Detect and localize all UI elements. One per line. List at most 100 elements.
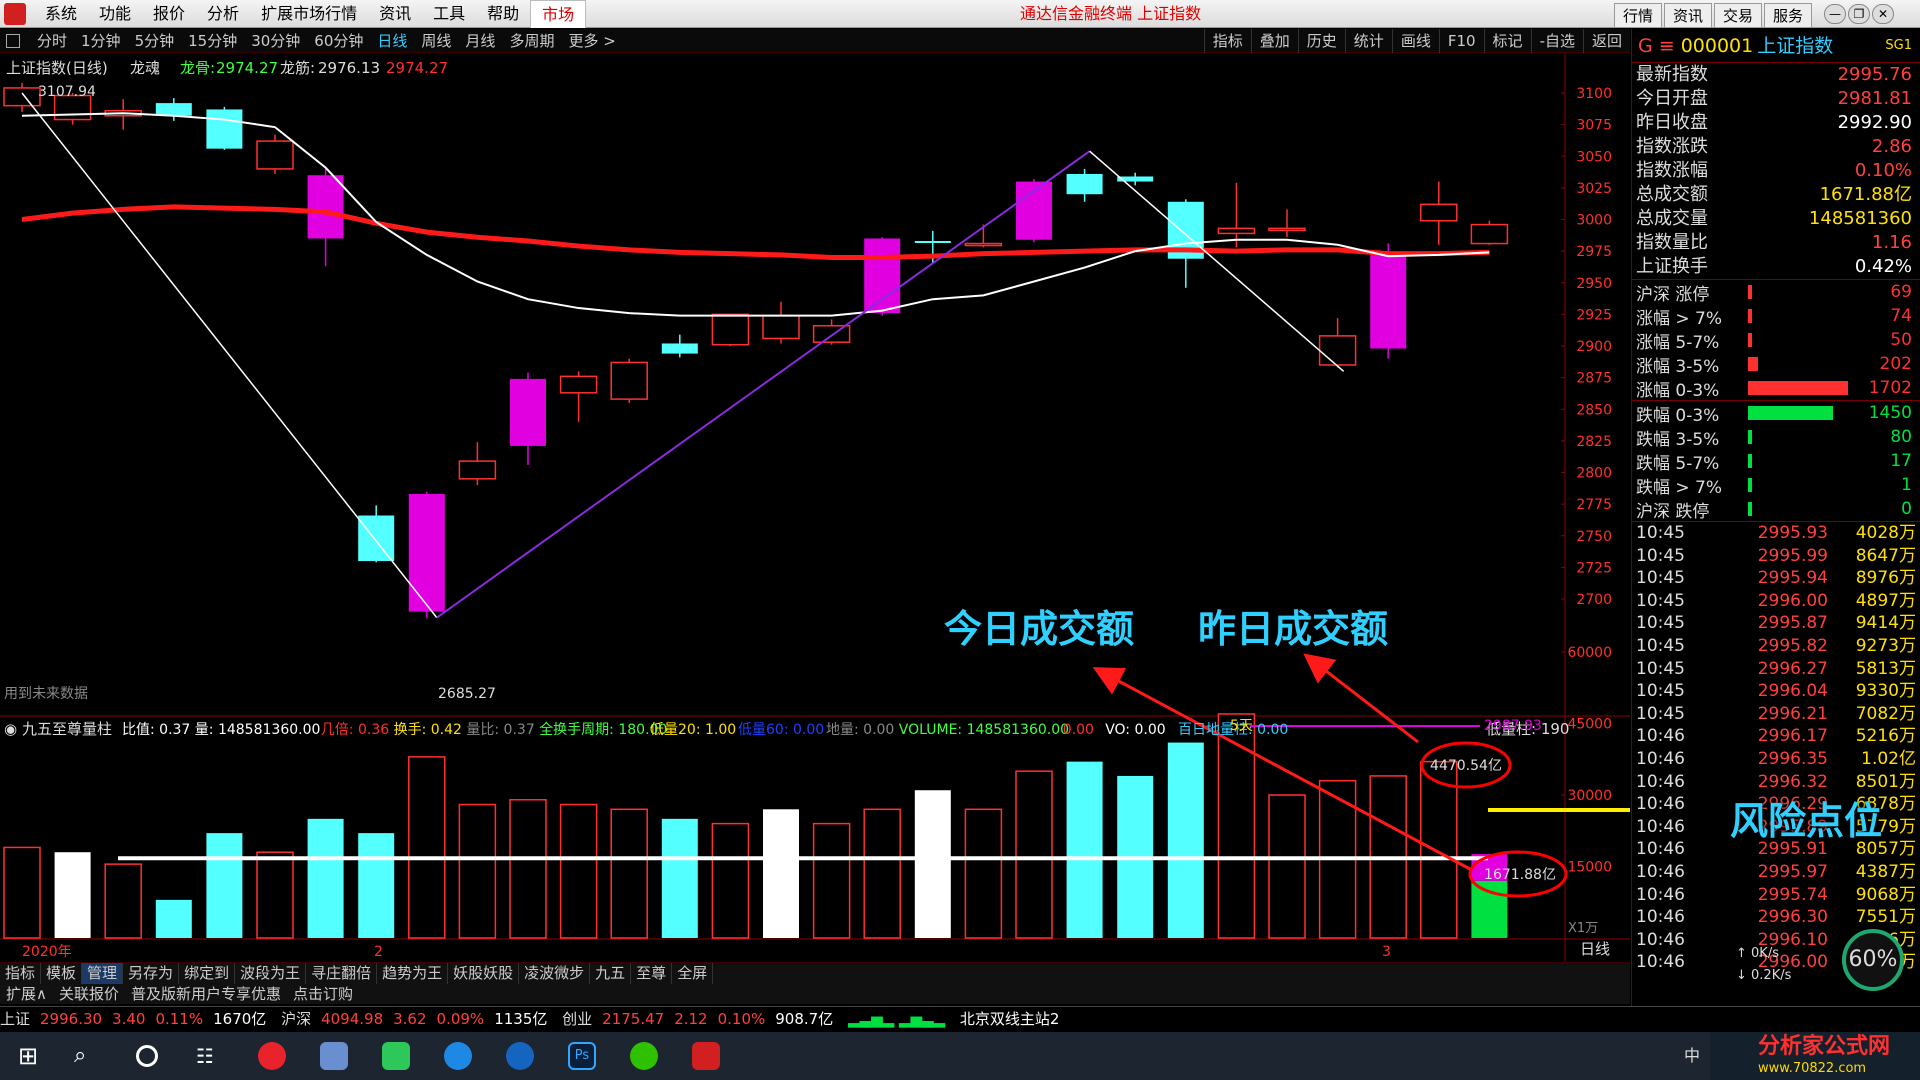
ime-indicator[interactable]: 中 xyxy=(1684,1046,1700,1065)
chart-tool-0[interactable]: 指标 xyxy=(1203,29,1251,53)
panel-toggle-icon[interactable] xyxy=(6,34,20,48)
price-tick-label: 3100 xyxy=(1576,86,1612,102)
tick-volume: 9068万 xyxy=(1855,884,1916,905)
chart-tool-2[interactable]: 历史 xyxy=(1297,29,1345,53)
candle-body xyxy=(307,175,344,239)
bottom-tab-5[interactable]: 波段为王 xyxy=(235,963,307,984)
candle-body xyxy=(206,109,243,149)
bottom-tab-1[interactable]: 模板 xyxy=(41,963,83,984)
breadth-bar-track xyxy=(1748,430,1852,444)
vol-header-item: 低量20: 1.00 xyxy=(650,722,736,738)
tick-row: 10:46 2996.17 5216万 xyxy=(1632,725,1920,748)
period-tab-2[interactable]: 5分钟 xyxy=(128,29,182,53)
tick-time: 10:45 xyxy=(1636,568,1685,589)
search-icon[interactable]: ⌕ xyxy=(74,1042,102,1070)
menu-item-5[interactable]: 资讯 xyxy=(368,0,422,28)
top-button-0[interactable]: 行情 xyxy=(1613,3,1662,28)
browser-icon[interactable] xyxy=(444,1042,472,1070)
tick-price: 2996.17 xyxy=(1757,726,1828,747)
app-fan-icon[interactable] xyxy=(320,1042,348,1070)
tick-volume: 1.02亿 xyxy=(1861,748,1916,769)
photoshop-icon[interactable]: Ps xyxy=(568,1042,596,1070)
menu-item-1[interactable]: 功能 xyxy=(88,0,142,28)
task-view-icon[interactable]: ☷ xyxy=(196,1042,224,1070)
restore-icon[interactable]: ❐ xyxy=(1848,4,1870,24)
period-tab-3[interactable]: 15分钟 xyxy=(181,29,244,53)
menu-item-3[interactable]: 分析 xyxy=(196,0,250,28)
period-tab-7[interactable]: 周线 xyxy=(414,29,458,53)
breadth-count: 1702 xyxy=(1868,378,1912,398)
breadth-count: 74 xyxy=(1890,306,1912,326)
bottom-tab-12[interactable]: 全屏 xyxy=(672,963,714,984)
server-name[interactable]: 北京双线主站2 xyxy=(960,1010,1060,1028)
bottom-link-0[interactable]: 扩展∧ xyxy=(0,984,53,1004)
bottom-tab-2[interactable]: 管理 xyxy=(82,963,124,984)
yesterday-amount-value: 4470.54亿 xyxy=(1430,758,1502,774)
chart-tool-4[interactable]: 画线 xyxy=(1391,29,1439,53)
top-button-3[interactable]: 服务 xyxy=(1763,3,1812,28)
tick-volume: 9330万 xyxy=(1855,681,1916,702)
top-button-2[interactable]: 交易 xyxy=(1713,3,1762,28)
bottom-tab-4[interactable]: 绑定到 xyxy=(179,963,236,984)
period-tab-1[interactable]: 1分钟 xyxy=(74,29,128,53)
chart-svg: 2700 2725 2750 2775 2800 2825 2850 2875 2900 2925… xyxy=(0,54,1726,962)
tick-price: 2996.00 xyxy=(1757,590,1828,611)
bottom-link-1[interactable]: 关联报价 xyxy=(53,984,125,1004)
x-label-year: 2020年 xyxy=(22,944,72,960)
tick-row: 10:45 2996.21 7082万 xyxy=(1632,703,1920,726)
quote-value: 2981.81 xyxy=(1837,88,1912,109)
bottom-tab-8[interactable]: 妖股妖股 xyxy=(448,963,520,984)
bottom-tab-9[interactable]: 凌波微步 xyxy=(519,963,591,984)
tick-time: 10:46 xyxy=(1636,884,1685,905)
sogou-icon[interactable] xyxy=(506,1042,534,1070)
cortana-icon[interactable] xyxy=(136,1045,158,1067)
bottom-tab-3[interactable]: 另存为 xyxy=(123,963,180,984)
kline-chart-area[interactable]: 2700 2725 2750 2775 2800 2825 2850 2875 2900 2925… xyxy=(0,54,1726,1018)
menu-item-6[interactable]: 工具 xyxy=(422,0,476,28)
tdx-app-icon[interactable] xyxy=(692,1042,720,1070)
chart-tool-6[interactable]: 标记 xyxy=(1483,29,1531,53)
quote-label: 总成交额 xyxy=(1636,184,1708,205)
top-button-1[interactable]: 资讯 xyxy=(1663,3,1712,28)
wechat-icon[interactable] xyxy=(630,1042,658,1070)
minimize-icon[interactable]: — xyxy=(1824,4,1846,24)
tick-volume: 7082万 xyxy=(1855,703,1916,724)
menu-item-0[interactable]: 系统 xyxy=(34,0,88,28)
candle-body xyxy=(559,375,598,394)
bottom-link-2[interactable]: 普及版新用户专享优惠 xyxy=(125,984,287,1004)
bottom-tab-10[interactable]: 九五 xyxy=(590,963,632,984)
period-tab-8[interactable]: 月线 xyxy=(458,29,502,53)
period-tab-0[interactable]: 分时 xyxy=(30,29,74,53)
netease-music-icon[interactable] xyxy=(258,1042,286,1070)
bottom-tab-6[interactable]: 寻庄翻倍 xyxy=(306,963,378,984)
quote-value: 1671.88亿 xyxy=(1819,184,1912,205)
bottom-tab-11[interactable]: 至尊 xyxy=(631,963,673,984)
period-tab-10[interactable]: 更多 > xyxy=(561,29,622,53)
menu-item-2[interactable]: 报价 xyxy=(142,0,196,28)
player-icon[interactable] xyxy=(382,1042,410,1070)
period-tab-9[interactable]: 多周期 xyxy=(502,29,561,53)
period-tab-4[interactable]: 30分钟 xyxy=(244,29,307,53)
chart-tool-8[interactable]: 返回 xyxy=(1582,29,1630,53)
chart-tool-3[interactable]: 统计 xyxy=(1344,29,1392,53)
menu-item-4[interactable]: 扩展市场行情 xyxy=(250,0,368,28)
price-tick-label: 2875 xyxy=(1576,371,1612,387)
menu-item-7[interactable]: 帮助 xyxy=(476,0,530,28)
close-icon[interactable]: ✕ xyxy=(1872,4,1894,24)
quote-label: 总成交量 xyxy=(1636,208,1708,229)
vol-bar xyxy=(155,899,192,938)
chart-tool-5[interactable]: F10 xyxy=(1438,29,1484,53)
bottom-tab-7[interactable]: 趋势为王 xyxy=(377,963,449,984)
chart-title: 上证指数(日线) xyxy=(6,59,108,77)
menu-item-8[interactable]: 市场 xyxy=(530,0,587,28)
vol-tick-label: 60000 xyxy=(1567,645,1612,661)
period-tab-6[interactable]: 日线 xyxy=(370,29,414,53)
windows-start-icon[interactable]: ⊞ xyxy=(18,1042,46,1070)
tick-list[interactable]: 10:45 2995.93 4028万 10:45 2995.99 8647万 10:45 2… xyxy=(1632,522,1920,974)
chart-tool-7[interactable]: -自选 xyxy=(1530,29,1583,53)
bottom-tab-0[interactable]: 指标 xyxy=(0,963,42,984)
period-tab-5[interactable]: 60分钟 xyxy=(307,29,370,53)
bottom-link-3[interactable]: 点击订购 xyxy=(287,984,359,1004)
chart-tool-1[interactable]: 叠加 xyxy=(1250,29,1298,53)
breadth-count: 1 xyxy=(1901,475,1912,495)
